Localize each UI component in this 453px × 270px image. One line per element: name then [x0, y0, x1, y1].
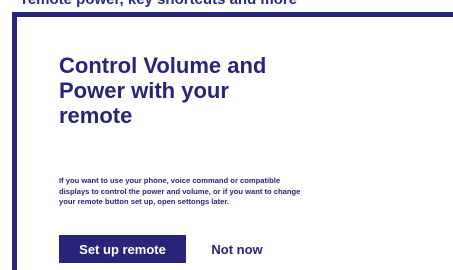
- set-up-remote-button[interactable]: Set up remote: [59, 235, 186, 263]
- dialog-description: If you want to use your phone, voice com…: [59, 176, 301, 206]
- background-text: remote power, key shortcuts and more: [22, 0, 297, 8]
- setup-dialog: [12, 12, 453, 270]
- setup-screen: remote power, key shortcuts and more Con…: [0, 0, 453, 270]
- dialog-title: Control Volume and Power with your remot…: [59, 53, 267, 128]
- not-now-button[interactable]: Not now: [196, 235, 278, 263]
- background-content: remote power, key shortcuts and more: [0, 0, 453, 12]
